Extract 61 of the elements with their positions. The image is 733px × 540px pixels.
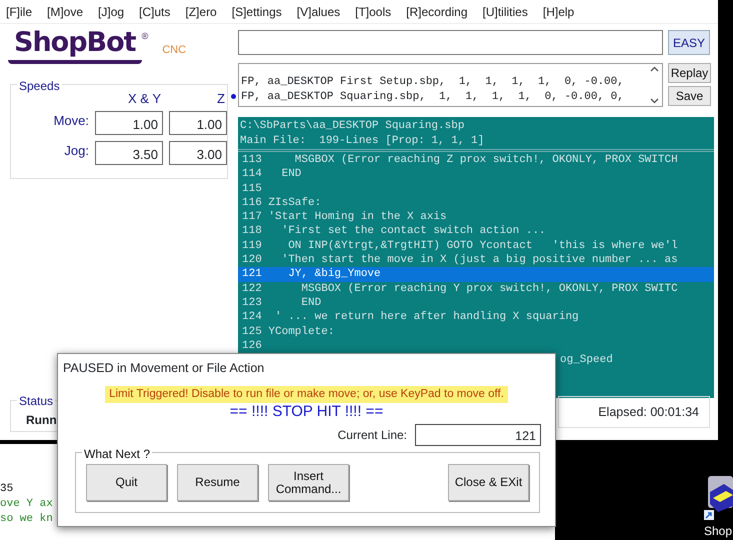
field-label: Jog:	[63, 142, 89, 160]
field-label: Current Line:	[338, 427, 407, 444]
code-line[interactable]: 116 ZIsSafe:	[238, 196, 714, 210]
speed-field[interactable]: 1.00	[95, 111, 163, 135]
menu-item[interactable]: [V]alues	[296, 2, 348, 20]
easy-button[interactable]: EASY	[668, 30, 710, 55]
dialog-button[interactable]: Close & EXit	[448, 464, 529, 501]
code-line[interactable]: 124 ' ... we return here after handling X squaring	[238, 310, 714, 325]
code-line[interactable]: 123 END	[238, 296, 714, 310]
code-line[interactable]: 119 ON INP(&Ytrgt,&TrgtHIT) GOTO Ycontact 'this is where we'l	[238, 238, 714, 254]
logo-tagline: CNC	[162, 43, 186, 58]
code-line[interactable]: 117 'Start Homing in the X axis	[238, 210, 714, 224]
list-button[interactable]: Save	[668, 86, 711, 106]
column-header: X & Y	[126, 93, 162, 105]
code-line[interactable]: 115	[238, 182, 714, 196]
list-button[interactable]: Replay	[668, 63, 711, 83]
dialog-title: PAUSED in Movement or File Action	[62, 360, 266, 377]
column-header: Z	[216, 93, 226, 105]
code-line: 35	[0, 482, 14, 497]
code-line[interactable]: 126	[238, 338, 714, 354]
code-line[interactable]: 120 'Then start the move in X (just a big positive number ... as	[238, 253, 714, 268]
logo-wordmark: ShopBot	[8, 26, 142, 64]
dialog-button[interactable]: Quit	[86, 464, 167, 501]
menu-item[interactable]: [Z]ero	[185, 2, 224, 20]
menu-item[interactable]: [R]ecording	[406, 2, 475, 20]
icon-label[interactable]: Shop	[704, 522, 732, 540]
speed-field[interactable]: 3.50	[95, 141, 163, 165]
list-row[interactable]: FP, aa_DESKTOP First Setup.sbp, 1, 1, 1, 1, 0, -0.00,	[241, 75, 647, 90]
code-line: ove Y ax	[0, 497, 53, 512]
speed-field[interactable]: 3.00	[169, 141, 227, 165]
dialog-button[interactable]: Resume	[177, 464, 258, 501]
file-info: Main File: 199-Lines [Prop: 1, 1, 1]	[240, 134, 486, 148]
speed-field[interactable]: 1.00	[169, 111, 227, 135]
menu-item[interactable]: [F]ile	[6, 2, 40, 20]
field-label: Move:	[52, 112, 89, 130]
code-line[interactable]: 125 YComplete:	[238, 324, 714, 339]
printer-icon[interactable]	[704, 476, 733, 520]
scroll-up-icon[interactable]	[650, 66, 659, 72]
dialog-button[interactable]: Insert Command...	[268, 464, 349, 501]
code-line[interactable]: 118 'First set the contact switch action ...	[238, 224, 714, 239]
menu-item[interactable]: [U]tilities	[482, 2, 535, 20]
menu-item[interactable]: [S]ettings	[232, 2, 289, 20]
file-history-list[interactable]: FP, aa_DESKTOP First Setup.sbp, 1, 1, 1, 1, 0, -0.00, FP, aa_DESKTOP Squaring.sbp, 1, 1, 1, 1, 0, -0.00, 0,	[238, 63, 663, 107]
menu-item[interactable]: [T]ools	[355, 2, 398, 20]
file-path: C:\SbParts\aa_DESKTOP Squaring.sbp	[240, 119, 466, 134]
warning-message: Limit Triggered! Disable to run file or make move; or, use KeyPad to move off.	[105, 386, 508, 403]
alert-message: == !!!! STOP HIT !!!! ==	[228, 403, 384, 421]
menu-item[interactable]: [M]ove	[47, 2, 90, 20]
menu-item[interactable]: [H]elp	[542, 2, 582, 20]
registered-mark: ®	[142, 30, 148, 43]
scroll-down-icon[interactable]	[650, 98, 659, 104]
list-row[interactable]: FP, aa_DESKTOP Squaring.sbp, 1, 1, 1, 1, 0, -0.00, 0,	[241, 90, 647, 105]
menu-item[interactable]: [J]og	[98, 2, 132, 20]
command-field[interactable]	[238, 30, 663, 55]
code-line[interactable]: 122 MSGBOX (Error reaching Y prox switch!, OKONLY, PROX SWITC	[238, 282, 714, 296]
code-line: so we kn	[0, 512, 53, 527]
current-line-field[interactable]: 121	[415, 424, 541, 446]
code-line[interactable]: 113 MSGBOX (Error reaching Z prox switch!, OKONLY, PROX SWITCH	[238, 153, 714, 168]
code-line[interactable]: 114 END	[238, 167, 714, 182]
elapsed-time: Elapsed: 00:01:34	[558, 396, 710, 428]
menu-item[interactable]: [C]uts	[139, 2, 178, 20]
